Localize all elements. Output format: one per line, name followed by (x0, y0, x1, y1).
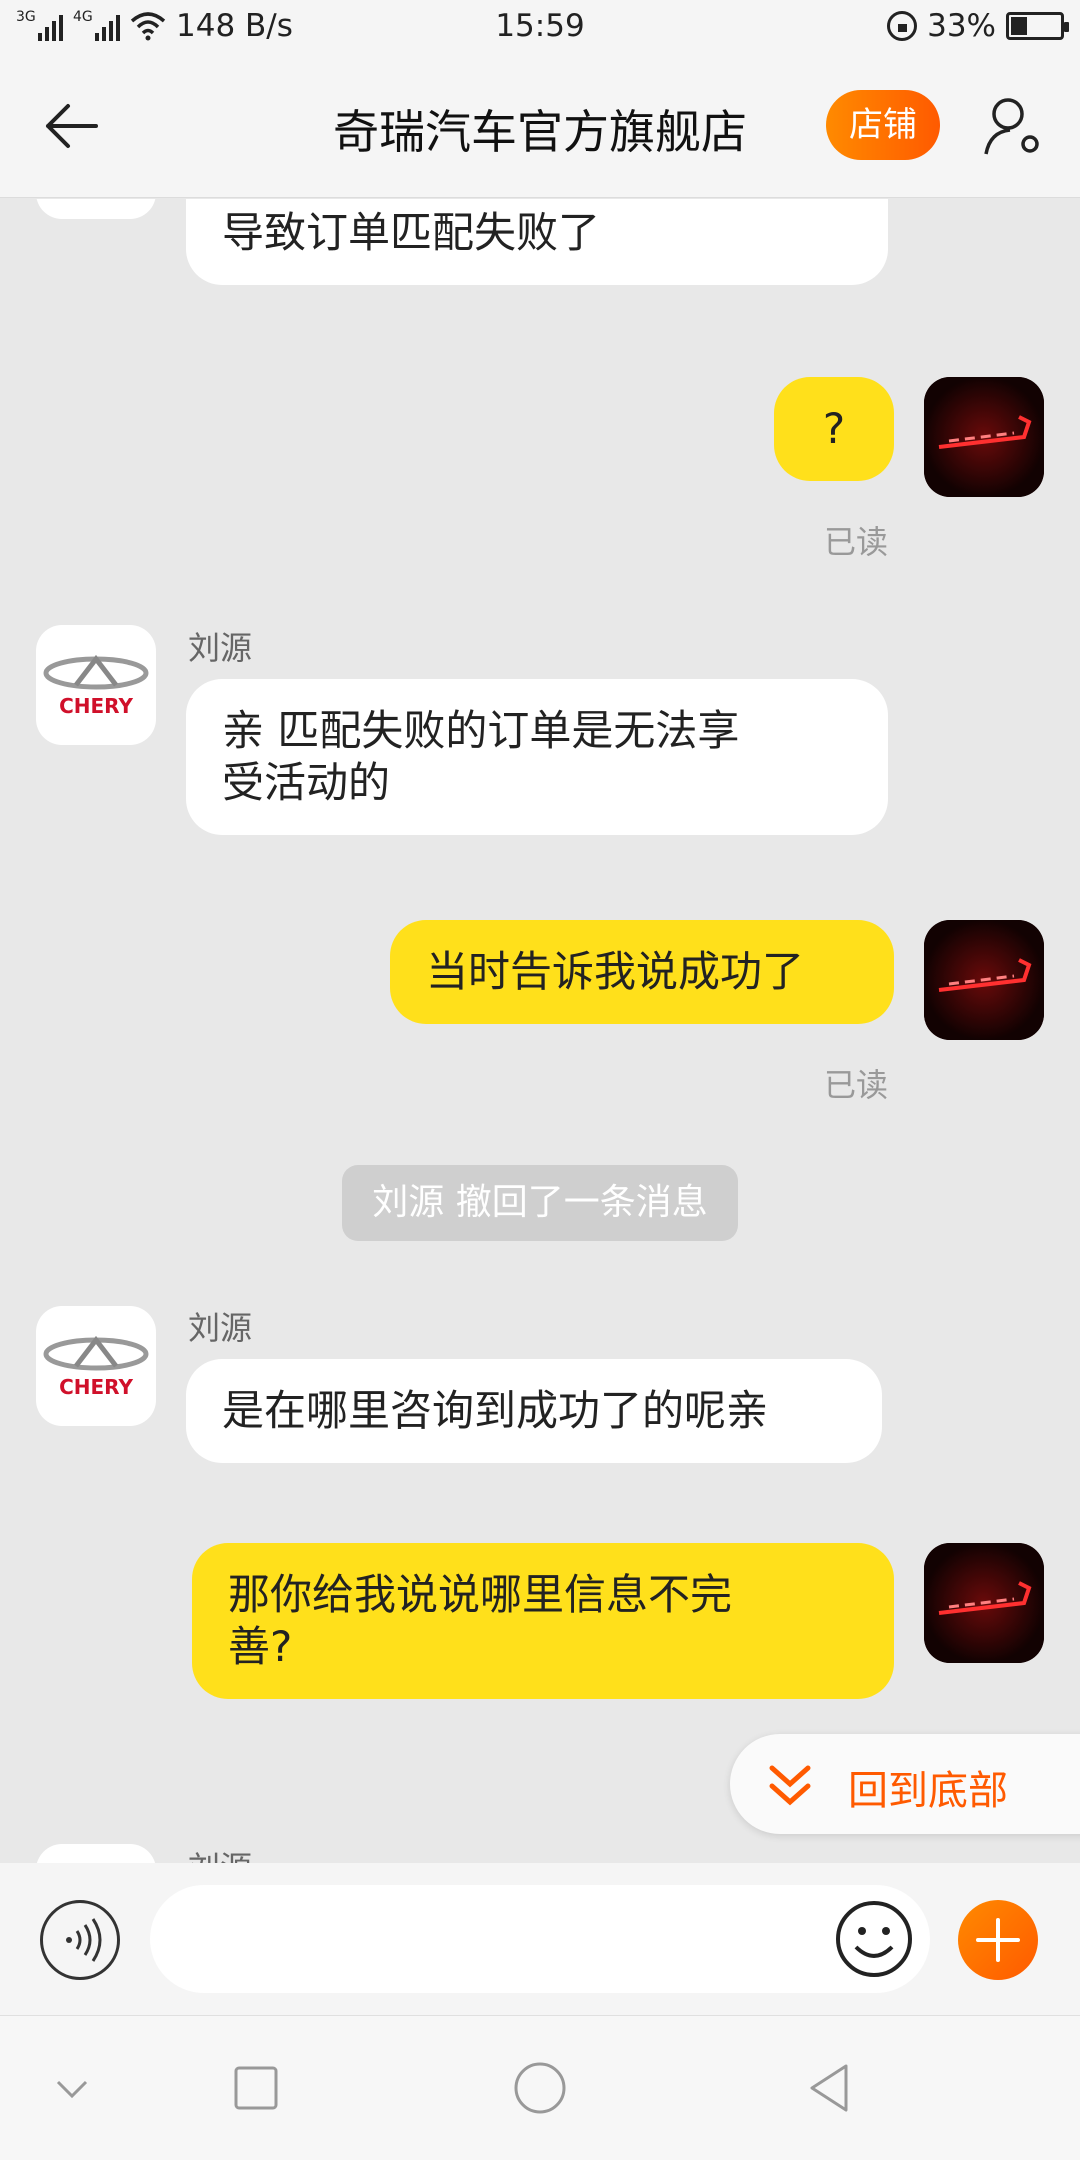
chery-logo-icon: CHERY (43, 1335, 149, 1399)
read-status: 已读 (824, 523, 889, 561)
message-text: 善? (228, 1622, 293, 1671)
jump-to-bottom-button[interactable]: 回到底部 (730, 1734, 1080, 1834)
avatar[interactable]: CHERY (36, 1306, 156, 1426)
car-taillight-icon (924, 377, 1044, 497)
brand-logo-text: CHERY (59, 694, 133, 718)
message-bubble-incoming[interactable]: 是在哪里咨询到成功了的呢亲 (186, 1359, 882, 1463)
clock: 15:59 (495, 8, 585, 44)
battery-icon (1006, 12, 1069, 40)
sender-name: 刘源 (188, 1843, 252, 1863)
avatar[interactable] (924, 920, 1044, 1040)
message-text: 是在哪里咨询到成功了的呢亲 (222, 1386, 769, 1435)
voice-icon (66, 1918, 102, 1962)
sender-name: 刘源 (188, 1309, 253, 1347)
message-input[interactable] (150, 1885, 930, 1993)
system-notice: 刘源 撤回了一条消息 (342, 1165, 738, 1241)
avatar[interactable] (36, 1844, 156, 1863)
back-triangle-icon[interactable] (798, 2056, 862, 2120)
message-text: 那你给我说说哪里信息不完 (228, 1570, 733, 1619)
avatar[interactable] (924, 1543, 1044, 1663)
brand-logo-text: CHERY (59, 1375, 133, 1399)
chat-header: 奇瑞汽车官方旗舰店 店铺 (0, 54, 1080, 198)
voice-input-button[interactable] (40, 1900, 120, 1980)
status-bar: 3G 4G 148 B/s 15:59 33% (0, 0, 1080, 54)
shop-button[interactable]: 店铺 (826, 90, 940, 160)
input-bar (0, 1863, 1080, 2015)
system-nav-bar (0, 2015, 1080, 2160)
message-list[interactable]: 亲您这边线上预留信息不完善 导致订单匹配失败了 ? 已读 CHERY 刘源 亲 … (0, 199, 1080, 1863)
message-bubble-outgoing[interactable]: 那你给我说说哪里信息不完 善? (192, 1543, 894, 1699)
message-bubble-incoming[interactable]: 亲 匹配失败的订单是无法享 受活动的 (186, 679, 888, 835)
home-icon[interactable] (508, 2056, 572, 2120)
battery-percent: 33% (927, 8, 996, 44)
message-text: 当时告诉我说成功了 (426, 947, 805, 996)
recent-apps-icon[interactable] (224, 2056, 288, 2120)
user-settings-icon[interactable] (980, 94, 1044, 158)
message-text: 受活动的 (222, 758, 391, 807)
message-text: 亲 匹配失败的订单是无法享 (222, 706, 740, 755)
avatar[interactable] (924, 377, 1044, 497)
sender-name: 刘源 (188, 629, 253, 667)
rotation-lock-icon (887, 11, 918, 41)
plus-icon (976, 1918, 1020, 1962)
more-options-button[interactable] (958, 1900, 1038, 1980)
avatar[interactable]: CHERY (36, 625, 156, 745)
chevron-down-icon[interactable] (40, 2056, 104, 2120)
message-bubble-outgoing[interactable]: 当时告诉我说成功了 (390, 920, 894, 1024)
message-bubble-incoming[interactable]: 亲您这边线上预留信息不完善 导致订单匹配失败了 (186, 199, 888, 285)
message-text: 亲您这边线上预留信息不完善 (222, 199, 852, 207)
double-chevron-down-icon (769, 1765, 811, 1806)
message-text: ? (822, 404, 846, 453)
read-status: 已读 (824, 1066, 889, 1104)
avatar[interactable] (36, 199, 156, 219)
chery-logo-icon: CHERY (43, 654, 149, 718)
car-taillight-icon (924, 920, 1044, 1040)
car-taillight-icon (924, 1543, 1044, 1663)
emoji-icon[interactable] (834, 1899, 914, 1979)
message-bubble-outgoing[interactable]: ? (774, 377, 894, 481)
jump-to-bottom-label: 回到底部 (848, 1768, 1008, 1814)
message-text: 导致订单匹配失败了 (222, 208, 601, 257)
